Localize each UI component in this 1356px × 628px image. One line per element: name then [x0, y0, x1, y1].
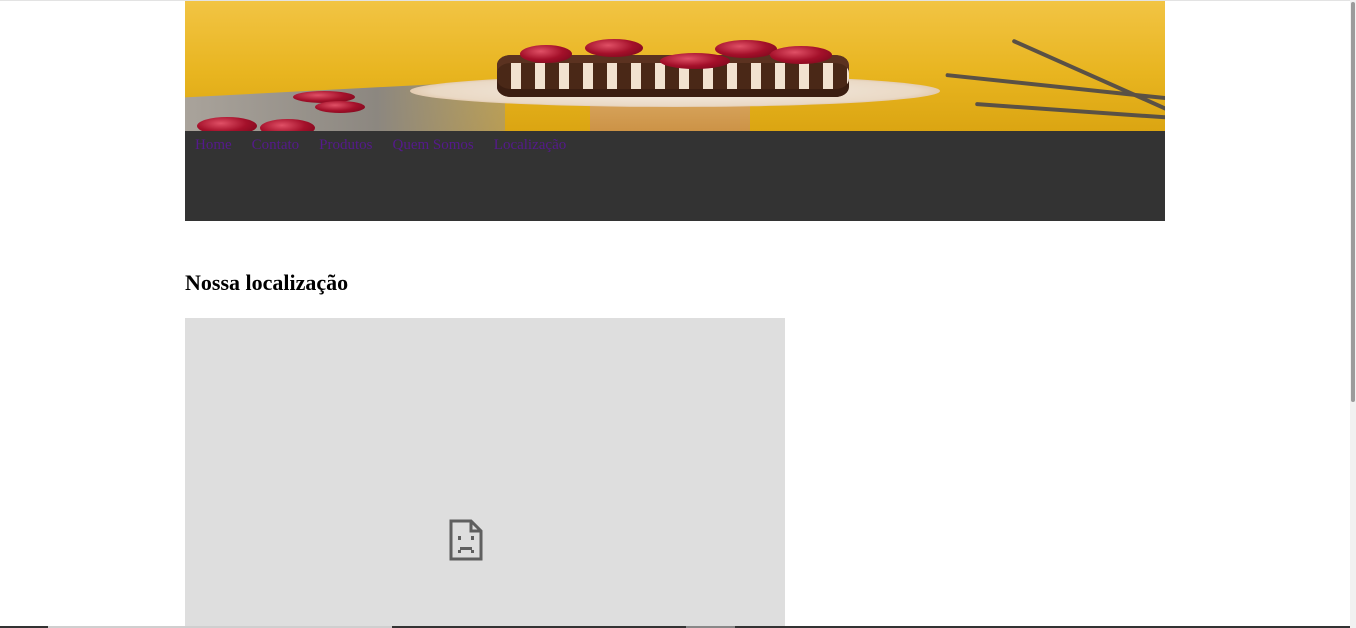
nav-list: Home Contato Produtos Quem Somos Localiz… — [185, 131, 1165, 154]
banner-cherry — [660, 53, 730, 69]
nav-link-produtos[interactable]: Produtos — [319, 137, 372, 153]
banner-cherry — [585, 39, 643, 57]
vertical-scrollbar[interactable] — [1350, 0, 1356, 628]
banner-cherry — [770, 46, 832, 64]
nav-item-produtos: Produtos — [319, 137, 372, 154]
main-navbar: Home Contato Produtos Quem Somos Localiz… — [185, 131, 1165, 221]
banner-cherry — [260, 119, 315, 131]
nav-item-quem-somos: Quem Somos — [393, 137, 474, 154]
nav-link-localizacao[interactable]: Localização — [494, 137, 566, 153]
banner-fork — [945, 72, 1165, 102]
nav-item-localizacao: Localização — [494, 137, 566, 154]
scrollbar-thumb[interactable] — [1351, 2, 1355, 402]
broken-page-icon — [449, 519, 483, 561]
nav-item-contato: Contato — [252, 137, 300, 154]
nav-link-home[interactable]: Home — [195, 137, 232, 153]
page-container: Home Contato Produtos Quem Somos Localiz… — [185, 1, 1165, 221]
banner-fork — [1011, 38, 1165, 112]
section-title: Nossa localização — [185, 270, 349, 295]
nav-link-contato[interactable]: Contato — [252, 137, 300, 153]
banner-cherry — [520, 45, 572, 63]
nav-item-home: Home — [195, 137, 232, 154]
banner-cherry — [197, 117, 257, 131]
cherry-cake-banner-image — [185, 1, 1165, 131]
nav-link-quem-somos[interactable]: Quem Somos — [393, 137, 474, 153]
banner-fork — [975, 102, 1165, 120]
map-embed-frame[interactable] — [185, 318, 785, 628]
banner-cherry — [315, 101, 365, 113]
site-header: Home Contato Produtos Quem Somos Localiz… — [185, 1, 1165, 221]
banner-cherry — [715, 40, 777, 58]
